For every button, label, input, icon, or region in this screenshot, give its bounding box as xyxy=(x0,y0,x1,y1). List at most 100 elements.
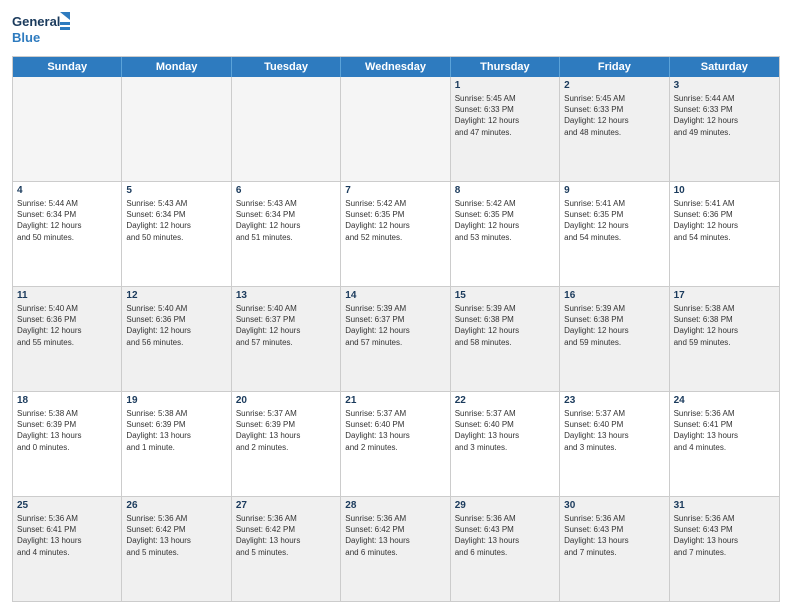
calendar-cell: 21 Sunrise: 5:37 AMSunset: 6:40 PMDayligh… xyxy=(341,392,450,496)
calendar-cell: 15 Sunrise: 5:39 AMSunset: 6:38 PMDayligh… xyxy=(451,287,560,391)
calendar-cell: 10 Sunrise: 5:41 AMSunset: 6:36 PMDayligh… xyxy=(670,182,779,286)
day-number: 14 xyxy=(345,290,445,301)
cell-daylight-info: Sunrise: 5:38 AMSunset: 6:39 PMDaylight:… xyxy=(126,408,226,453)
day-of-week-header: Tuesday xyxy=(232,57,341,77)
day-number: 22 xyxy=(455,395,555,406)
calendar-cell: 31 Sunrise: 5:36 AMSunset: 6:43 PMDayligh… xyxy=(670,497,779,601)
cell-daylight-info: Sunrise: 5:45 AMSunset: 6:33 PMDaylight:… xyxy=(455,93,555,138)
cell-daylight-info: Sunrise: 5:37 AMSunset: 6:40 PMDaylight:… xyxy=(345,408,445,453)
cell-daylight-info: Sunrise: 5:40 AMSunset: 6:36 PMDaylight:… xyxy=(17,303,117,348)
day-number: 15 xyxy=(455,290,555,301)
calendar-cell: 11Sunrise: 5:40 AMSunset: 6:36 PMDayligh… xyxy=(13,287,122,391)
day-number: 2 xyxy=(564,80,664,91)
cell-daylight-info: Sunrise: 5:36 AMSunset: 6:42 PMDaylight:… xyxy=(236,513,336,558)
calendar-cell: 26Sunrise: 5:36 AMSunset: 6:42 PMDayligh… xyxy=(122,497,231,601)
cell-daylight-info: Sunrise: 5:41 AMSunset: 6:36 PMDaylight:… xyxy=(674,198,775,243)
calendar-cell: 12Sunrise: 5:40 AMSunset: 6:36 PMDayligh… xyxy=(122,287,231,391)
calendar-cell xyxy=(232,77,341,181)
day-of-week-header: Thursday xyxy=(451,57,560,77)
calendar-cell xyxy=(341,77,450,181)
calendar-cell: 3 Sunrise: 5:44 AMSunset: 6:33 PMDaylight… xyxy=(670,77,779,181)
calendar-cell: 29Sunrise: 5:36 AMSunset: 6:43 PMDayligh… xyxy=(451,497,560,601)
calendar-cell: 24 Sunrise: 5:36 AMSunset: 6:41 PMDayligh… xyxy=(670,392,779,496)
cell-daylight-info: Sunrise: 5:45 AMSunset: 6:33 PMDaylight:… xyxy=(564,93,664,138)
cell-daylight-info: Sunrise: 5:38 AMSunset: 6:38 PMDaylight:… xyxy=(674,303,775,348)
cell-daylight-info: Sunrise: 5:43 AMSunset: 6:34 PMDaylight:… xyxy=(236,198,336,243)
day-number: 10 xyxy=(674,185,775,196)
day-number: 27 xyxy=(236,500,336,511)
calendar-week-row: 11Sunrise: 5:40 AMSunset: 6:36 PMDayligh… xyxy=(13,287,779,392)
cell-daylight-info: Sunrise: 5:42 AMSunset: 6:35 PMDaylight:… xyxy=(455,198,555,243)
calendar-cell: 17 Sunrise: 5:38 AMSunset: 6:38 PMDayligh… xyxy=(670,287,779,391)
cell-daylight-info: Sunrise: 5:39 AMSunset: 6:38 PMDaylight:… xyxy=(564,303,664,348)
day-number: 6 xyxy=(236,185,336,196)
logo-icon: General Blue xyxy=(12,10,72,50)
day-number: 7 xyxy=(345,185,445,196)
cell-daylight-info: Sunrise: 5:39 AMSunset: 6:38 PMDaylight:… xyxy=(455,303,555,348)
cell-daylight-info: Sunrise: 5:37 AMSunset: 6:40 PMDaylight:… xyxy=(455,408,555,453)
cell-daylight-info: Sunrise: 5:36 AMSunset: 6:41 PMDaylight:… xyxy=(17,513,117,558)
calendar-header: SundayMondayTuesdayWednesdayThursdayFrid… xyxy=(13,57,779,77)
cell-daylight-info: Sunrise: 5:42 AMSunset: 6:35 PMDaylight:… xyxy=(345,198,445,243)
cell-daylight-info: Sunrise: 5:36 AMSunset: 6:43 PMDaylight:… xyxy=(455,513,555,558)
calendar-cell: 8Sunrise: 5:42 AMSunset: 6:35 PMDaylight… xyxy=(451,182,560,286)
cell-daylight-info: Sunrise: 5:41 AMSunset: 6:35 PMDaylight:… xyxy=(564,198,664,243)
calendar-cell xyxy=(13,77,122,181)
calendar-page: General Blue SundayMondayTuesdayWednesda… xyxy=(0,0,792,612)
day-number: 3 xyxy=(674,80,775,91)
calendar-week-row: 18 Sunrise: 5:38 AMSunset: 6:39 PMDayligh… xyxy=(13,392,779,497)
day-number: 28 xyxy=(345,500,445,511)
calendar-cell: 20 Sunrise: 5:37 AMSunset: 6:39 PMDayligh… xyxy=(232,392,341,496)
calendar-cell: 5Sunrise: 5:43 AMSunset: 6:34 PMDaylight… xyxy=(122,182,231,286)
cell-daylight-info: Sunrise: 5:37 AMSunset: 6:40 PMDaylight:… xyxy=(564,408,664,453)
calendar-cell: 2 Sunrise: 5:45 AMSunset: 6:33 PMDaylight… xyxy=(560,77,669,181)
calendar-cell xyxy=(122,77,231,181)
cell-daylight-info: Sunrise: 5:36 AMSunset: 6:43 PMDaylight:… xyxy=(564,513,664,558)
day-number: 12 xyxy=(126,290,226,301)
cell-daylight-info: Sunrise: 5:44 AMSunset: 6:33 PMDaylight:… xyxy=(674,93,775,138)
day-number: 9 xyxy=(564,185,664,196)
calendar-cell: 7 Sunrise: 5:42 AMSunset: 6:35 PMDaylight… xyxy=(341,182,450,286)
day-of-week-header: Wednesday xyxy=(341,57,450,77)
day-number: 13 xyxy=(236,290,336,301)
cell-daylight-info: Sunrise: 5:38 AMSunset: 6:39 PMDaylight:… xyxy=(17,408,117,453)
calendar-cell: 1 Sunrise: 5:45 AMSunset: 6:33 PMDaylight… xyxy=(451,77,560,181)
calendar-cell: 16 Sunrise: 5:39 AMSunset: 6:38 PMDayligh… xyxy=(560,287,669,391)
day-number: 20 xyxy=(236,395,336,406)
calendar-cell: 13Sunrise: 5:40 AMSunset: 6:37 PMDayligh… xyxy=(232,287,341,391)
calendar-cell: 9 Sunrise: 5:41 AMSunset: 6:35 PMDaylight… xyxy=(560,182,669,286)
day-number: 25 xyxy=(17,500,117,511)
day-number: 21 xyxy=(345,395,445,406)
calendar-cell: 4 Sunrise: 5:44 AMSunset: 6:34 PMDaylight… xyxy=(13,182,122,286)
calendar-cell: 22 Sunrise: 5:37 AMSunset: 6:40 PMDayligh… xyxy=(451,392,560,496)
day-number: 18 xyxy=(17,395,117,406)
svg-text:Blue: Blue xyxy=(12,30,40,45)
logo: General Blue xyxy=(12,10,72,50)
calendar-week-row: 25 Sunrise: 5:36 AMSunset: 6:41 PMDayligh… xyxy=(13,497,779,601)
calendar-cell: 23 Sunrise: 5:37 AMSunset: 6:40 PMDayligh… xyxy=(560,392,669,496)
svg-text:General: General xyxy=(12,14,60,29)
day-of-week-header: Sunday xyxy=(13,57,122,77)
day-of-week-header: Monday xyxy=(122,57,231,77)
day-number: 24 xyxy=(674,395,775,406)
calendar-week-row: 1 Sunrise: 5:45 AMSunset: 6:33 PMDaylight… xyxy=(13,77,779,182)
day-number: 4 xyxy=(17,185,117,196)
day-number: 19 xyxy=(126,395,226,406)
day-number: 16 xyxy=(564,290,664,301)
cell-daylight-info: Sunrise: 5:36 AMSunset: 6:43 PMDaylight:… xyxy=(674,513,775,558)
day-of-week-header: Saturday xyxy=(670,57,779,77)
day-number: 17 xyxy=(674,290,775,301)
cell-daylight-info: Sunrise: 5:36 AMSunset: 6:42 PMDaylight:… xyxy=(126,513,226,558)
calendar-cell: 25 Sunrise: 5:36 AMSunset: 6:41 PMDayligh… xyxy=(13,497,122,601)
calendar-cell: 19 Sunrise: 5:38 AMSunset: 6:39 PMDayligh… xyxy=(122,392,231,496)
day-number: 5 xyxy=(126,185,226,196)
day-number: 31 xyxy=(674,500,775,511)
calendar-cell: 18 Sunrise: 5:38 AMSunset: 6:39 PMDayligh… xyxy=(13,392,122,496)
cell-daylight-info: Sunrise: 5:39 AMSunset: 6:37 PMDaylight:… xyxy=(345,303,445,348)
cell-daylight-info: Sunrise: 5:36 AMSunset: 6:41 PMDaylight:… xyxy=(674,408,775,453)
cell-daylight-info: Sunrise: 5:44 AMSunset: 6:34 PMDaylight:… xyxy=(17,198,117,243)
day-number: 1 xyxy=(455,80,555,91)
day-number: 23 xyxy=(564,395,664,406)
header: General Blue xyxy=(12,10,780,50)
cell-daylight-info: Sunrise: 5:37 AMSunset: 6:39 PMDaylight:… xyxy=(236,408,336,453)
